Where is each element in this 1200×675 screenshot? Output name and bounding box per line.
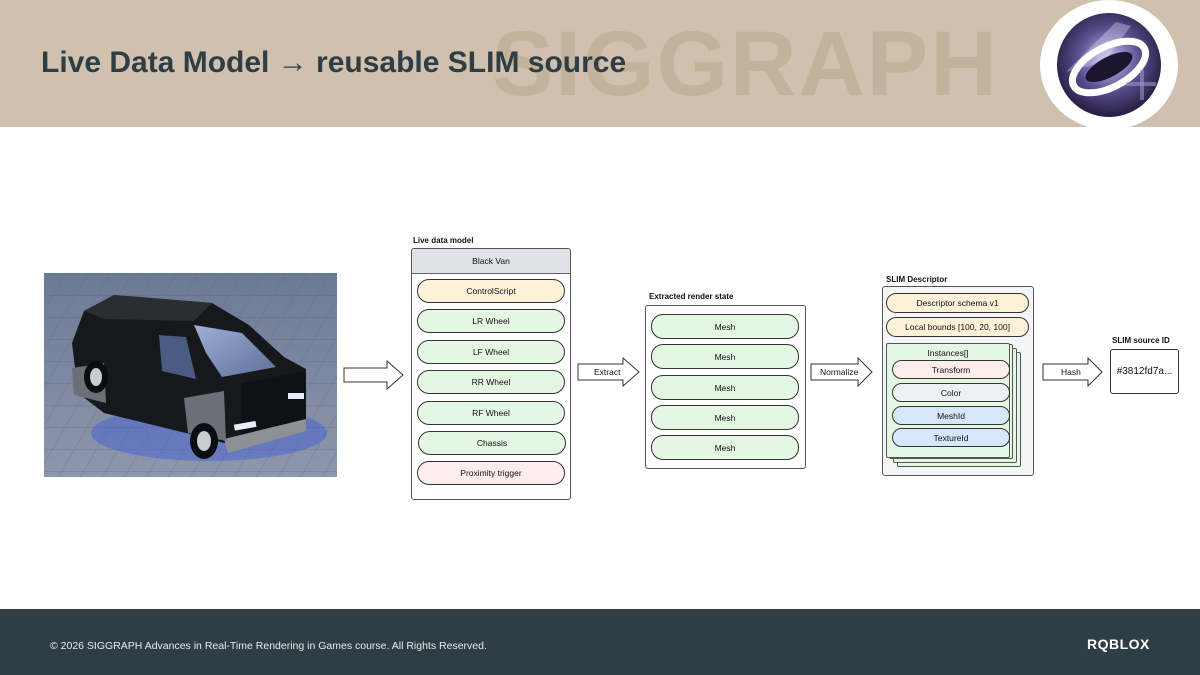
instance-field: Color	[892, 383, 1010, 402]
mesh-item: Mesh	[651, 435, 799, 460]
source-id-label: SLIM source ID	[1112, 336, 1170, 345]
instances-sheet: Instances[] Transform Color MeshId Textu…	[886, 343, 1010, 458]
instance-field: Transform	[892, 360, 1010, 379]
live-model-item: Proximity trigger	[417, 461, 565, 485]
descriptor-schema: Descriptor schema v1	[886, 293, 1029, 313]
instance-field: TextureId	[892, 428, 1010, 447]
live-model-item: ControlScript	[417, 279, 565, 303]
live-model-item: LR Wheel	[417, 309, 565, 333]
copyright-text: © 2026 SIGGRAPH Advances in Real-Time Re…	[50, 640, 487, 652]
instances-label: Instances[]	[927, 348, 969, 358]
normalize-label: Normalize	[820, 367, 859, 377]
descriptor-bounds: Local bounds [100, 20, 100]	[886, 317, 1029, 337]
mesh-item: Mesh	[651, 405, 799, 430]
live-model-item: Chassis	[418, 431, 566, 455]
extract-label: Extract	[594, 367, 621, 377]
mesh-item: Mesh	[651, 314, 799, 339]
live-model-item: RF Wheel	[417, 401, 565, 425]
slide-footer: © 2026 SIGGRAPH Advances in Real-Time Re…	[0, 609, 1200, 675]
slide-header: SIGGRAPH Live Data Model → reusable SLIM…	[0, 0, 1200, 127]
van-render-image	[44, 273, 337, 477]
render-state-panel: Mesh Mesh Mesh Mesh Mesh	[645, 305, 806, 469]
mesh-item: Mesh	[651, 344, 799, 369]
live-model-item: RR Wheel	[417, 370, 565, 394]
instance-field: MeshId	[892, 406, 1010, 425]
source-id-value: #3812fd7a...	[1110, 349, 1179, 394]
descriptor-label: SLIM Descriptor	[886, 275, 948, 284]
descriptor-panel: Descriptor schema v1 Local bounds [100, …	[882, 286, 1034, 476]
slide-title: Live Data Model → reusable SLIM source	[41, 46, 627, 79]
input-arrow	[343, 360, 404, 390]
render-state-label: Extracted render state	[649, 292, 734, 301]
live-model-panel: Black Van ControlScript LR Wheel LF Whee…	[411, 248, 571, 500]
hash-label: Hash	[1061, 367, 1081, 377]
live-model-label: Live data model	[413, 236, 474, 245]
mesh-item: Mesh	[651, 375, 799, 400]
live-model-item: LF Wheel	[417, 340, 565, 364]
live-model-root: Black Van	[412, 249, 570, 274]
siggraph-logo-icon	[1040, 0, 1178, 127]
roblox-logo: RQBLOX	[1087, 636, 1150, 652]
